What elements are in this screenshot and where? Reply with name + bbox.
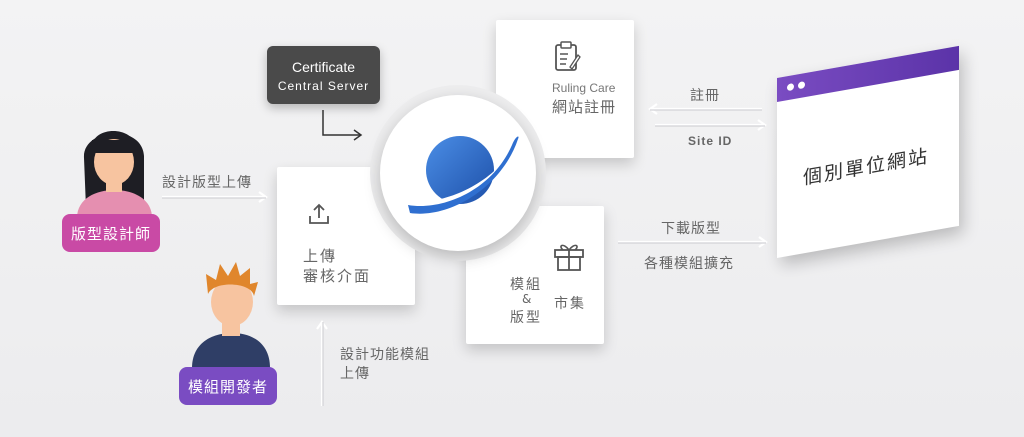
module-upload-label-1: 設計功能模組 [340, 347, 430, 363]
register-label: 註冊 [690, 88, 720, 104]
site-id-label: Site ID [688, 134, 733, 148]
module-extensions-label: 各種模組擴充 [644, 256, 734, 272]
module-upload-label-2: 上傳 [340, 366, 370, 382]
website-browser: 個別單位網站 [777, 45, 959, 258]
window-dot-icon [798, 81, 805, 90]
design-upload-label: 設計版型上傳 [162, 175, 252, 191]
download-template-label: 下載版型 [661, 221, 721, 237]
window-dot-icon [787, 83, 794, 92]
